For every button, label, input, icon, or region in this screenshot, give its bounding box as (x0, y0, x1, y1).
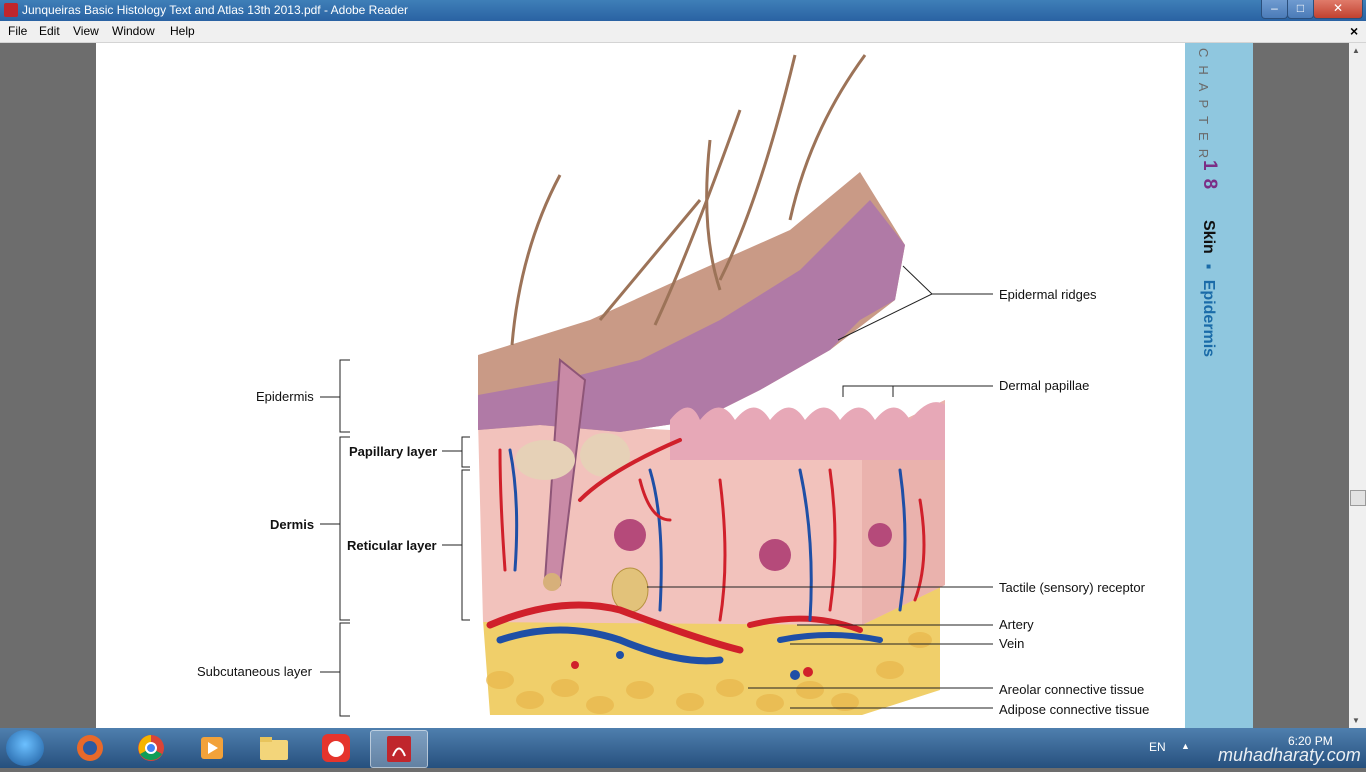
label-epidermis: Epidermis (256, 389, 314, 404)
screen-recorder-icon[interactable] (308, 730, 364, 766)
firefox-icon[interactable] (62, 730, 118, 766)
scroll-up-arrow-icon[interactable]: ▲ (1352, 46, 1360, 55)
adobe-reader-icon[interactable] (370, 730, 428, 768)
label-papillary-layer: Papillary layer (349, 444, 438, 459)
label-dermal-papillae: Dermal papillae (999, 378, 1090, 393)
papillae-row (670, 402, 945, 460)
section-bullet: ▪ (1200, 258, 1217, 276)
chapter-heading: CHAPTER 18 Skin ▪ Epidermis (1196, 48, 1226, 378)
scroll-thumb[interactable] (1350, 490, 1366, 506)
media-player-icon[interactable] (184, 730, 240, 766)
chapter-number: 18 (1199, 160, 1220, 198)
label-tactile-receptor: Tactile (sensory) receptor (999, 580, 1145, 595)
subsection-title: Epidermis (1200, 279, 1217, 358)
watermark: muhadharaty.com (1218, 745, 1361, 765)
label-epidermal-ridges: Epidermal ridges (999, 287, 1097, 302)
chapter-word: CHAPTER (1196, 48, 1211, 167)
label-artery: Artery (999, 617, 1034, 632)
chapter-section: Skin ▪ Epidermis (1199, 220, 1217, 357)
file-explorer-icon[interactable] (246, 730, 302, 766)
label-vein: Vein (999, 636, 1025, 651)
label-adipose-tissue: Adipose connective tissue (999, 702, 1150, 717)
label-dermis: Dermis (270, 517, 315, 532)
taskbar: EN ▲ 6:20 PM (0, 728, 1366, 768)
tactile-receptor (611, 567, 649, 613)
language-indicator[interactable]: EN (1149, 740, 1166, 754)
tray-expand-icon[interactable]: ▲ (1181, 741, 1190, 751)
start-button[interactable] (6, 730, 44, 766)
label-areolar-tissue: Areolar connective tissue (999, 682, 1145, 697)
section-title: Skin (1200, 220, 1217, 254)
label-reticular-layer: Reticular layer (347, 538, 437, 553)
scroll-down-arrow-icon[interactable]: ▼ (1352, 716, 1360, 725)
label-subcutaneous-layer: Subcutaneous layer (197, 664, 312, 679)
chrome-icon[interactable] (123, 730, 179, 766)
vertical-scrollbar[interactable] (1349, 43, 1366, 728)
skin-diagram (320, 54, 993, 717)
